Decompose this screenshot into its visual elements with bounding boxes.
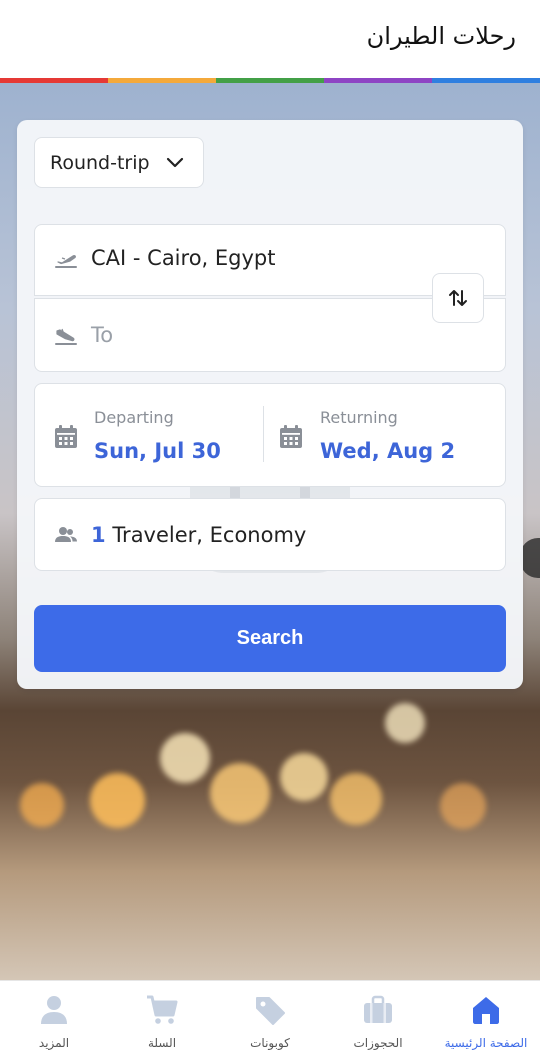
briefcase-icon xyxy=(364,995,392,1023)
bokeh-light xyxy=(440,783,486,829)
users-icon xyxy=(55,527,77,542)
home-icon xyxy=(473,997,499,1024)
travelers-field[interactable]: 1 Traveler, Economy xyxy=(34,498,506,571)
nav-label: الصفحة الرئيسية xyxy=(444,1036,528,1050)
airplane-silhouette xyxy=(520,538,540,578)
nav-label: كوبونات xyxy=(250,1036,290,1050)
bokeh-light xyxy=(160,733,210,783)
returning-date[interactable]: Returning Wed, Aug 2 xyxy=(264,384,505,488)
nav-item-coupons[interactable]: كوبونات xyxy=(216,981,324,1058)
user-icon xyxy=(41,996,67,1024)
swap-vertical-icon xyxy=(449,290,467,306)
travelers-text: Traveler, Economy xyxy=(112,523,307,547)
nav-label: السلة xyxy=(147,1036,177,1050)
page-title: رحلات الطيران xyxy=(366,22,516,50)
trip-type-dropdown[interactable]: Round-trip xyxy=(34,137,204,188)
nav-item-more[interactable]: المزيد xyxy=(0,981,108,1058)
calendar-icon xyxy=(280,425,302,448)
returning-value: Wed, Aug 2 xyxy=(320,439,456,463)
bokeh-light xyxy=(20,783,64,827)
returning-label: Returning xyxy=(320,408,398,427)
bokeh-light xyxy=(280,753,328,801)
bokeh-light xyxy=(90,773,145,828)
destination-placeholder: To xyxy=(91,323,114,347)
bokeh-light xyxy=(330,773,382,825)
chevron-down-icon xyxy=(166,157,184,168)
departing-value: Sun, Jul 30 xyxy=(94,439,221,463)
search-button[interactable]: Search xyxy=(34,605,506,672)
app-header: رحلات الطيران xyxy=(0,0,540,78)
flight-search-card: Round-trip CAI - Cairo, Egypt To Departi… xyxy=(17,120,523,689)
bottom-navigation: الصفحة الرئيسية الحجوزات كوبونات السلة ا… xyxy=(0,980,540,1058)
trip-type-label: Round-trip xyxy=(50,151,150,174)
travelers-count: 1 xyxy=(91,523,106,547)
dates-field: Departing Sun, Jul 30 Returning Wed, Aug… xyxy=(34,383,506,487)
departing-label: Departing xyxy=(94,408,174,427)
bokeh-light xyxy=(210,763,270,823)
tag-icon xyxy=(256,997,285,1025)
nav-item-home[interactable]: الصفحة الرئيسية xyxy=(432,981,540,1058)
bokeh-light xyxy=(385,703,425,743)
nav-label: المزيد xyxy=(38,1036,70,1050)
plane-takeoff-icon xyxy=(55,255,77,268)
nav-label: الحجوزات xyxy=(353,1036,403,1050)
origin-value: CAI - Cairo, Egypt xyxy=(91,246,276,270)
travelers-summary: 1 Traveler, Economy xyxy=(91,523,306,547)
swap-locations-button[interactable] xyxy=(432,273,484,323)
calendar-icon xyxy=(55,425,77,448)
cart-icon xyxy=(147,995,178,1024)
departing-date[interactable]: Departing Sun, Jul 30 xyxy=(35,384,263,488)
nav-item-bookings[interactable]: الحجوزات xyxy=(324,981,432,1058)
nav-item-cart[interactable]: السلة xyxy=(108,981,216,1058)
plane-landing-icon xyxy=(55,328,77,345)
